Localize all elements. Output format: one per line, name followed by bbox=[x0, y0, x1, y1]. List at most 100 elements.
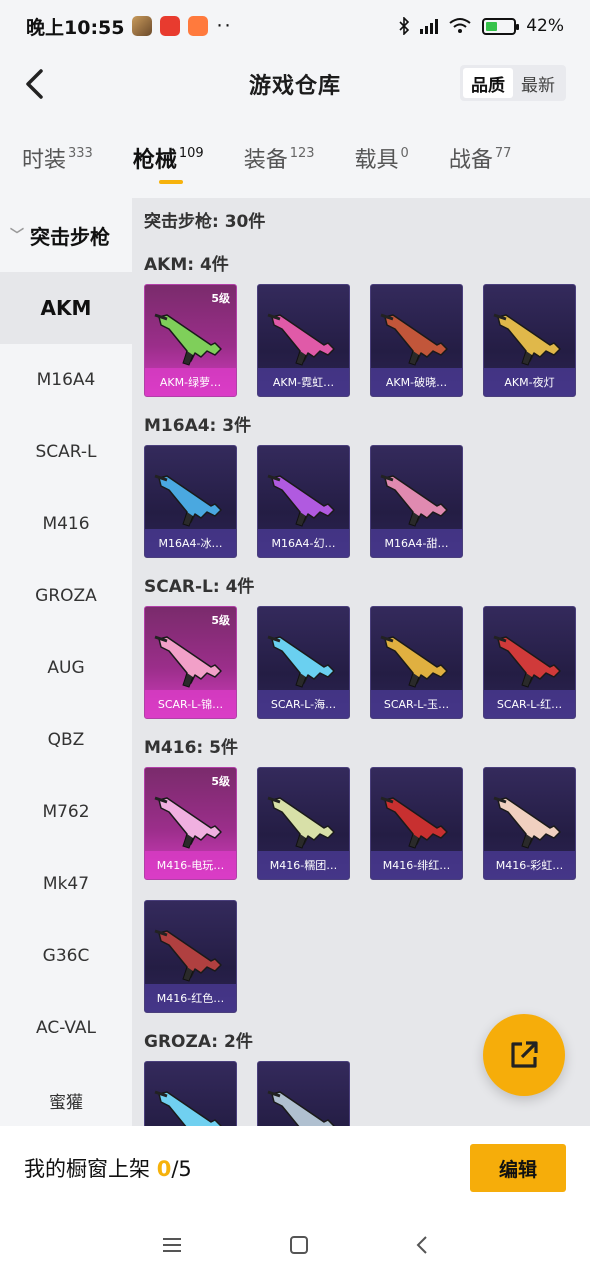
tab-supplies[interactable]: 战备 77 bbox=[449, 130, 512, 186]
system-nav-bar bbox=[0, 1210, 590, 1280]
tab-active-indicator bbox=[158, 180, 183, 184]
tab-label: 装备 bbox=[243, 148, 288, 173]
status-bar: 晚上10:55 ·· 42% bbox=[0, 0, 590, 52]
weapon-skin-image bbox=[154, 635, 222, 688]
weapon-skin-image bbox=[267, 796, 335, 849]
tab-count: 0 bbox=[400, 146, 409, 161]
weapon-skin-card[interactable]: AKM-夜灯 bbox=[483, 284, 576, 397]
weapon-skin-image bbox=[154, 1090, 222, 1126]
status-time: 晚上10:55 bbox=[26, 16, 125, 39]
weapon-skin-card[interactable]: SCAR-L-红… bbox=[483, 606, 576, 719]
showcase-bar: 我的橱窗上架 0/5 编辑 bbox=[0, 1126, 590, 1210]
home-icon[interactable] bbox=[289, 1235, 309, 1255]
weapon-skin-card[interactable]: M416-彩虹… bbox=[483, 767, 576, 880]
weapon-skin-image bbox=[154, 796, 222, 849]
weapon-skin-card[interactable]: M416-糯团… bbox=[257, 767, 350, 880]
sort-latest-button[interactable]: 最新 bbox=[513, 68, 563, 98]
skin-name: SCAR-L-玉… bbox=[371, 690, 462, 718]
sidebar-item[interactable]: QBZ bbox=[0, 704, 132, 776]
sidebar-item[interactable]: 蜜獾 bbox=[0, 1064, 132, 1126]
sidebar-item[interactable]: AC-VAL bbox=[0, 992, 132, 1064]
tab-vehicles[interactable]: 载具 0 bbox=[355, 130, 409, 186]
weapon-group-title: AKM: 4件 bbox=[144, 255, 229, 275]
weapon-skin-image bbox=[380, 796, 448, 849]
status-more-icon: ·· bbox=[216, 15, 233, 37]
chevron-down-icon: ﹀ bbox=[10, 228, 24, 244]
app-header: 游戏仓库 品质 最新 bbox=[0, 52, 590, 116]
weapon-group-title: SCAR-L: 4件 bbox=[144, 577, 255, 597]
weapon-skin-image bbox=[154, 313, 222, 366]
weapon-skin-card[interactable]: AKM-霓虹… bbox=[257, 284, 350, 397]
weapon-skin-card[interactable]: SCAR-L-玉… bbox=[370, 606, 463, 719]
weapon-skin-grid: 5级 M416-电玩… M416-糯团… M416-绯红… M416-彩虹… M416-红… bbox=[144, 767, 590, 1013]
weapon-skin-image bbox=[493, 635, 561, 688]
sidebar-item[interactable]: GROZA bbox=[0, 560, 132, 632]
weapon-skin-image bbox=[380, 635, 448, 688]
skin-name: M416-彩虹… bbox=[484, 851, 575, 879]
weapon-skin-card[interactable]: SCAR-L-海… bbox=[257, 606, 350, 719]
skin-name: AKM-破晓… bbox=[371, 368, 462, 396]
weapon-skin-card[interactable]: M416-绯红… bbox=[370, 767, 463, 880]
sort-quality-button[interactable]: 品质 bbox=[463, 68, 513, 98]
weapon-skin-image bbox=[267, 1090, 335, 1126]
weapon-skin-image bbox=[267, 313, 335, 366]
sidebar-item[interactable]: G36C bbox=[0, 920, 132, 992]
showcase-current-count: 0 bbox=[156, 1157, 172, 1181]
skin-level-badge: 5级 bbox=[211, 292, 230, 305]
tab-count: 77 bbox=[494, 146, 512, 161]
bluetooth-icon bbox=[399, 17, 410, 35]
back-icon[interactable] bbox=[415, 1234, 429, 1256]
sidebar-item[interactable]: M16A4 bbox=[0, 344, 132, 416]
tab-label: 战备 bbox=[448, 148, 493, 173]
weapon-skin-card[interactable]: M16A4-甜… bbox=[370, 445, 463, 558]
skin-name: SCAR-L-红… bbox=[484, 690, 575, 718]
wifi-icon bbox=[449, 18, 471, 33]
weapon-skin-image bbox=[154, 474, 222, 527]
game-app-icon bbox=[132, 16, 153, 36]
weapon-skin-card[interactable]: AKM-破晓… bbox=[370, 284, 463, 397]
skin-name: M16A4-幻… bbox=[258, 529, 349, 557]
skin-name: M416-电玩… bbox=[145, 851, 236, 879]
battery-percent: 42% bbox=[526, 16, 564, 36]
weapon-sidebar: ﹀ 突击步枪 AKM M16A4 SCAR-L M416 GROZA AUG QBZ M762… bbox=[0, 198, 132, 1126]
tab-firearms[interactable]: 枪械 109 bbox=[133, 130, 204, 186]
tab-equipment[interactable]: 装备 123 bbox=[244, 130, 315, 186]
edit-button[interactable]: 编辑 bbox=[470, 1144, 566, 1192]
share-fab-button[interactable] bbox=[483, 1014, 565, 1096]
weapon-skin-image bbox=[493, 313, 561, 366]
weapon-skin-image bbox=[380, 313, 448, 366]
weapon-skin-card[interactable]: 5级 M416-电玩… bbox=[144, 767, 237, 880]
weapon-skin-card[interactable] bbox=[144, 1061, 237, 1126]
menu-icon[interactable] bbox=[161, 1236, 183, 1254]
showcase-label: 我的橱窗上架 bbox=[24, 1157, 150, 1181]
weapon-skin-grid: 5级 AKM-绿萝… AKM-霓虹… AKM-破晓… AKM-夜灯 bbox=[144, 284, 590, 397]
weapon-skin-image bbox=[493, 796, 561, 849]
sidebar-item[interactable]: AUG bbox=[0, 632, 132, 704]
showcase-total: /5 bbox=[171, 1157, 192, 1181]
category-count-header: 突击步枪: 30件 bbox=[144, 212, 266, 232]
sidebar-item[interactable]: M416 bbox=[0, 488, 132, 560]
sidebar-category-assault-rifles[interactable]: ﹀ 突击步枪 bbox=[0, 198, 132, 272]
tab-fashion[interactable]: 时装 333 bbox=[22, 130, 93, 186]
weapon-skin-image bbox=[154, 929, 222, 982]
tab-label: 枪械 bbox=[132, 148, 177, 173]
sidebar-item[interactable]: M762 bbox=[0, 776, 132, 848]
tab-label: 载具 bbox=[354, 148, 399, 173]
sidebar-item[interactable]: AKM bbox=[0, 272, 132, 344]
weapon-skin-card[interactable]: 5级 AKM-绿萝… bbox=[144, 284, 237, 397]
weapon-skin-card[interactable]: M16A4-冰… bbox=[144, 445, 237, 558]
showcase-status: 我的橱窗上架 0/5 bbox=[24, 1153, 192, 1183]
weapon-skin-list[interactable]: 突击步枪: 30件 AKM: 4件 5级 AKM-绿萝… AKM-霓虹… AKM-破晓…… bbox=[132, 198, 590, 1126]
weapon-skin-card[interactable] bbox=[257, 1061, 350, 1126]
sidebar-item[interactable]: Mk47 bbox=[0, 848, 132, 920]
back-button[interactable] bbox=[14, 64, 54, 104]
shop-app-icon bbox=[188, 16, 209, 36]
weapon-skin-card[interactable]: M416-红色… bbox=[144, 900, 237, 1013]
skin-level-badge: 5级 bbox=[211, 614, 230, 627]
back-arrow-icon bbox=[26, 69, 43, 99]
weapon-skin-card[interactable]: M16A4-幻… bbox=[257, 445, 350, 558]
signal-icon bbox=[420, 18, 439, 34]
weapon-skin-card[interactable]: 5级 SCAR-L-锦… bbox=[144, 606, 237, 719]
sidebar-item[interactable]: SCAR-L bbox=[0, 416, 132, 488]
skin-level-badge: 5级 bbox=[211, 775, 230, 788]
